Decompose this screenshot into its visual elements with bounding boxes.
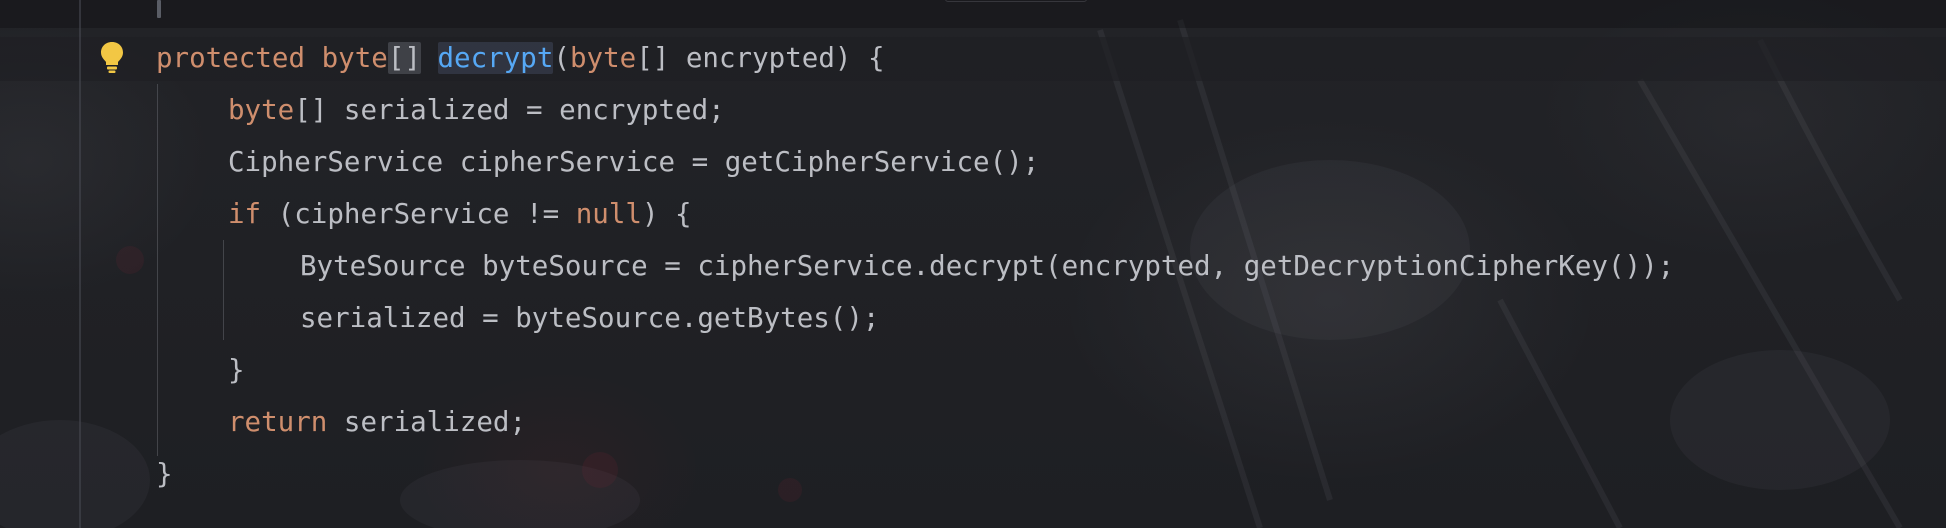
code-line[interactable]: protected byte[] decrypt(byte[] encrypte… — [156, 32, 885, 84]
code-token: [] encrypted) { — [636, 42, 885, 74]
code-token: byte — [321, 42, 388, 74]
previous-line-area — [0, 0, 1946, 28]
code-token: return — [228, 406, 328, 438]
indent-guide — [223, 240, 224, 340]
code-token: } — [228, 354, 245, 386]
code-line[interactable]: ByteSource byteSource = cipherService.de… — [300, 240, 1674, 292]
code-token: [] — [387, 42, 421, 74]
code-token: ) { — [641, 198, 692, 230]
code-line[interactable]: return serialized; — [228, 396, 526, 448]
code-token: byte — [228, 94, 295, 126]
code-token: CipherService cipherService = getCipherS… — [228, 146, 1040, 178]
code-token: ByteSource byteSource = cipherService.de… — [300, 250, 1675, 282]
code-token: null — [575, 198, 642, 230]
code-line[interactable]: CipherService cipherService = getCipherS… — [228, 136, 1039, 188]
gutter-separator — [79, 0, 81, 528]
lightbulb-icon[interactable] — [98, 40, 126, 74]
code-token: decrypt — [437, 42, 554, 74]
code-line[interactable]: } — [228, 344, 245, 396]
code-line[interactable]: byte[] serialized = encrypted; — [228, 84, 725, 136]
code-token: serialized; — [327, 406, 527, 438]
indent-guide — [157, 84, 158, 456]
scroll-hint — [945, 0, 1087, 2]
code-token: [] serialized = encrypted; — [294, 94, 725, 126]
code-token: byte — [569, 42, 637, 74]
code-token: if — [228, 198, 262, 230]
code-token: (cipherService != — [261, 198, 576, 230]
fold-marker[interactable] — [157, 0, 161, 18]
code-token: serialized = byteSource.getBytes(); — [300, 302, 880, 334]
code-line[interactable]: if (cipherService != null) { — [228, 188, 692, 240]
code-line[interactable]: serialized = byteSource.getBytes(); — [300, 292, 879, 344]
code-token: ( — [553, 42, 570, 74]
code-token: protected — [156, 42, 306, 74]
code-token: } — [156, 458, 173, 490]
code-editor[interactable]: protected byte[] decrypt(byte[] encrypte… — [0, 0, 1946, 528]
code-line[interactable]: } — [156, 448, 173, 500]
